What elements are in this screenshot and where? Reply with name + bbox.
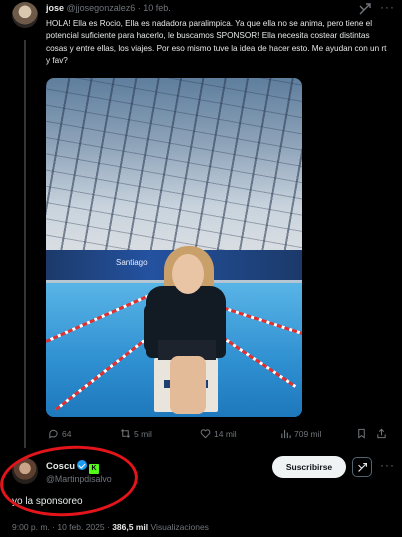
reply-action[interactable]: 64 bbox=[48, 428, 71, 439]
heart-icon bbox=[200, 429, 211, 439]
reply-count: 64 bbox=[62, 428, 72, 439]
annotation-red-circle bbox=[0, 441, 141, 521]
more-horizontal-icon[interactable]: ··· bbox=[380, 0, 395, 14]
views-chart-icon bbox=[281, 429, 291, 439]
quoted-tweet-header: jose @jjosegonzalez6 · 10 feb. bbox=[46, 3, 171, 13]
repost-action[interactable]: 5 mil bbox=[120, 428, 152, 439]
subscribe-button[interactable]: Suscribirse bbox=[272, 456, 346, 478]
thread-line bbox=[24, 40, 26, 448]
views-action[interactable]: 709 mil bbox=[280, 428, 321, 439]
quoted-tweet-date[interactable]: · 10 feb. bbox=[138, 3, 171, 13]
swimmer-face bbox=[172, 254, 204, 294]
reply-icon bbox=[49, 429, 58, 439]
bookmark-icon bbox=[358, 428, 365, 439]
like-action[interactable]: 14 mil bbox=[200, 428, 237, 439]
more-horizontal-icon[interactable]: ··· bbox=[380, 458, 395, 472]
photo-banner-text: Santiago bbox=[116, 258, 148, 267]
share-action[interactable] bbox=[376, 428, 387, 439]
photo-roof bbox=[46, 78, 302, 268]
repost-count: 5 mil bbox=[134, 428, 152, 439]
reply-views-label: Visualizaciones bbox=[150, 522, 209, 532]
like-count: 14 mil bbox=[214, 428, 237, 439]
quoted-author-name[interactable]: jose bbox=[46, 3, 64, 13]
grok-icon[interactable] bbox=[358, 2, 372, 16]
quoted-tweet-text: HOLA! Ella es Rocio, Ella es nadadora pa… bbox=[46, 19, 387, 65]
share-icon bbox=[377, 428, 386, 439]
grok-icon bbox=[358, 463, 367, 472]
reply-views-count: 386,5 mil bbox=[112, 522, 149, 532]
jose-avatar[interactable] bbox=[12, 2, 38, 28]
reply-tweet-time[interactable]: 9:00 p. m. · 10 feb. 2025 · bbox=[12, 522, 110, 532]
reply-tweet-meta: 9:00 p. m. · 10 feb. 2025 · 386,5 mil Vi… bbox=[12, 522, 209, 532]
repost-icon bbox=[121, 429, 130, 438]
grok-button[interactable] bbox=[352, 457, 372, 477]
swimmer-leg bbox=[170, 356, 206, 414]
quoted-author-handle[interactable]: @jjosegonzalez6 bbox=[67, 3, 136, 13]
views-count: 709 mil bbox=[294, 428, 322, 439]
tweet-photo[interactable]: Santiago bbox=[46, 78, 302, 417]
bookmark-action[interactable] bbox=[356, 428, 367, 439]
quoted-tweet-actions: 64 5 mil 14 mil 709 mil bbox=[46, 428, 392, 442]
